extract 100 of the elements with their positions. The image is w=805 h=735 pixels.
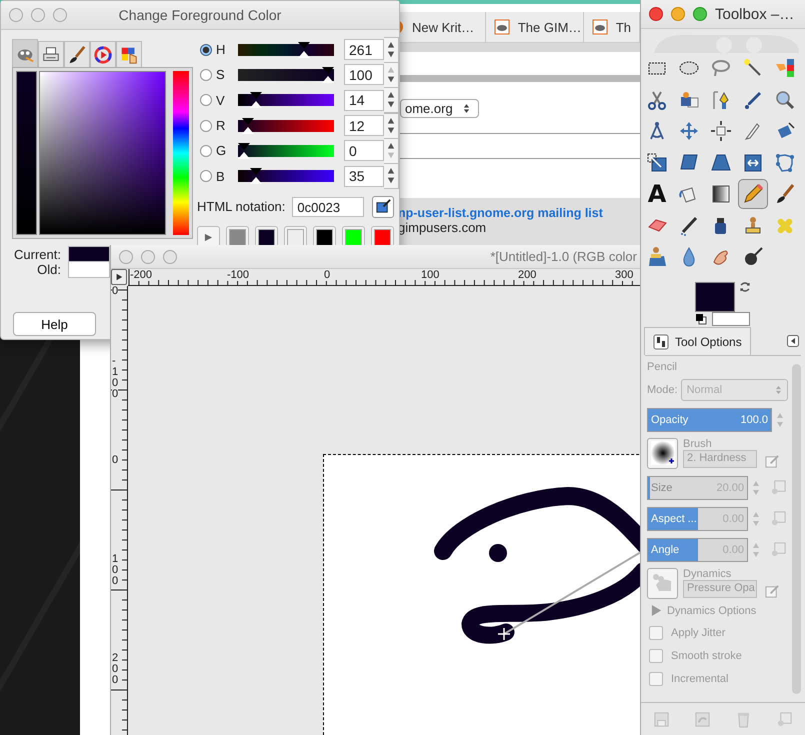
brush-preview-button[interactable] (647, 438, 678, 468)
radio-button[interactable] (200, 44, 212, 56)
step-down-icon[interactable] (388, 51, 394, 57)
scale-icon (646, 152, 668, 174)
slider-thumb[interactable] (250, 92, 262, 108)
perspective-icon (710, 152, 732, 174)
slider-thumb[interactable] (250, 168, 262, 184)
tool-button[interactable]: A (642, 179, 672, 209)
slider-track[interactable] (238, 92, 334, 108)
html-notation-label: HTML notation: (197, 199, 286, 214)
hex-input-field[interactable]: 0c0023 (292, 196, 364, 217)
flip-icon (742, 152, 764, 174)
dodge-icon (742, 246, 764, 268)
channel-label: H (215, 42, 226, 58)
foreground-color-swatch[interactable] (695, 282, 735, 312)
updown-icon (775, 384, 782, 394)
spin-field[interactable]: 35 (344, 166, 384, 187)
zoom-button[interactable] (693, 7, 707, 21)
compare-label: Old: (36, 262, 61, 277)
palette-hand-icon (119, 45, 139, 65)
dropdown[interactable]: ome.org (400, 99, 479, 118)
browser-tab[interactable]: The GIM… (486, 12, 584, 42)
site-text: gimpusers.com (398, 220, 488, 235)
spin-field[interactable]: 100 (344, 64, 384, 86)
radio-button[interactable] (200, 170, 212, 182)
clone-icon (646, 246, 668, 268)
mailing-list-link[interactable]: np-user-list.gnome.org mailing list (398, 206, 640, 220)
navigate-button[interactable] (111, 269, 127, 285)
ruler-label: 300 (615, 269, 634, 281)
slider-track[interactable] (238, 66, 334, 83)
checkbox-label: Incremental (671, 672, 728, 684)
airbrush-icon (678, 214, 700, 236)
radio-button[interactable] (200, 120, 212, 132)
gradient-icon (710, 183, 732, 205)
step-up-icon[interactable] (388, 168, 394, 174)
hue-strip[interactable] (172, 71, 189, 235)
tool-name: Pencil (647, 360, 678, 372)
ruler-label: 0 (112, 286, 118, 297)
slider-track[interactable] (238, 118, 334, 134)
channel-label: G (215, 143, 228, 158)
ruler-label: 0 (112, 455, 118, 466)
spin-field[interactable]: 0 (344, 140, 384, 162)
step-up-icon[interactable] (388, 42, 394, 48)
slider-thumb[interactable] (238, 142, 250, 159)
magnifier-icon (774, 88, 796, 110)
color-select-icon (774, 57, 796, 79)
step-up-icon[interactable] (388, 142, 394, 148)
step-up-icon[interactable] (388, 92, 394, 98)
slider-thumb[interactable] (322, 66, 334, 83)
pencil-icon (742, 183, 764, 205)
spin-field[interactable]: 14 (344, 90, 384, 111)
move-icon (678, 120, 700, 142)
ruler-label: 100 (112, 554, 118, 587)
slider-thumb[interactable] (242, 118, 254, 134)
lasso-icon (710, 57, 732, 79)
value-strip[interactable] (16, 71, 38, 235)
tool-options-tab[interactable]: Tool Options (644, 327, 751, 355)
ruler-label: -200 (130, 269, 154, 281)
checkbox[interactable] (649, 648, 663, 662)
slider-track[interactable] (238, 142, 334, 159)
ruler-label: -100 (227, 269, 250, 281)
sliders-icon (653, 334, 669, 350)
panel-menu-icon[interactable] (787, 335, 799, 347)
cage-icon (774, 152, 796, 174)
spin-field[interactable]: 261 (344, 39, 384, 60)
radio-button[interactable] (200, 94, 212, 106)
ruler-label: 200 (112, 653, 118, 686)
radio-button[interactable] (200, 68, 212, 81)
selector-tab[interactable] (90, 41, 116, 68)
default-colors-icon[interactable] (695, 312, 707, 324)
slider-track[interactable] (238, 42, 334, 58)
swap-arrows-icon[interactable] (739, 280, 751, 292)
spin-field[interactable]: 12 (344, 115, 384, 136)
step-down-icon[interactable] (388, 76, 394, 82)
checkbox[interactable] (649, 626, 663, 640)
step-down-icon[interactable] (388, 178, 394, 184)
ruler-label: 0 (324, 269, 332, 281)
soft-brush-icon (650, 441, 674, 465)
slider-track[interactable] (238, 168, 334, 184)
play-icon (115, 273, 123, 281)
checkbox-label: Apply Jitter (671, 626, 726, 638)
background-color-swatch[interactable] (712, 312, 750, 326)
radio-button[interactable] (200, 144, 212, 157)
step-down-icon[interactable] (388, 127, 394, 133)
color-picker-button[interactable] (372, 196, 394, 218)
saturation-value-square[interactable] (39, 71, 166, 235)
tab-page-icon (494, 19, 510, 35)
help-button[interactable]: Help (13, 312, 96, 336)
selector-tab[interactable] (64, 41, 90, 68)
slider-thumb[interactable] (298, 42, 310, 58)
step-up-icon[interactable] (388, 118, 394, 124)
play-icon (204, 232, 213, 242)
scrollbar[interactable] (792, 364, 801, 694)
step-down-icon[interactable] (388, 102, 394, 108)
paintbrush-icon (67, 45, 87, 65)
checkbox[interactable] (649, 672, 663, 686)
close-button[interactable] (649, 7, 663, 21)
selector-tab[interactable] (38, 41, 64, 68)
eyedropper-icon (374, 198, 392, 216)
window-title: *[Untitled]-1.0 (RGB color (490, 249, 637, 264)
